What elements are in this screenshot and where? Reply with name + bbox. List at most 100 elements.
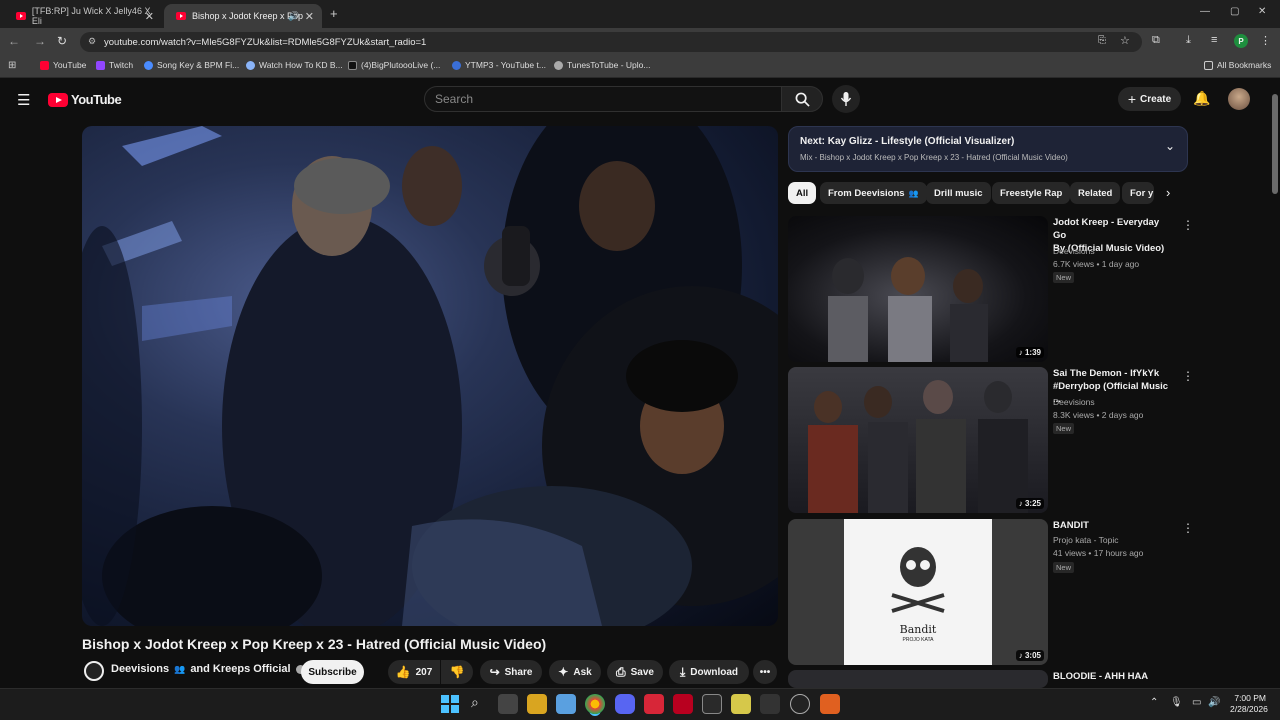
reload-icon[interactable]: ↻ — [57, 34, 67, 48]
downloads-icon[interactable]: ⤓ — [1186, 34, 1191, 47]
cast-icon[interactable]: ⎘ — [1098, 35, 1106, 46]
download-button[interactable]: ⤓ Download — [669, 660, 749, 684]
thumbnail-image — [828, 257, 988, 362]
back-icon[interactable]: ← — [8, 34, 20, 48]
bookmark-star-icon[interactable]: ☆ — [1120, 34, 1130, 47]
notifications-bell-icon[interactable]: 🔔 — [1193, 90, 1210, 107]
recommendation-item[interactable]: ♪ 1:39 Jodot Kreep - Everyday Go By (Offi… — [788, 216, 1194, 362]
more-vertical-icon[interactable]: ⋮ — [1182, 521, 1194, 535]
recommendation-item[interactable]: Bandit PROJO KATA ♪ 3:05 BANDIT Projo ka… — [788, 519, 1194, 665]
recommendation-item[interactable]: BLOODIE - AHH HAA — [788, 670, 1188, 688]
close-tab-icon[interactable]: ✕ — [305, 10, 314, 23]
skull-crossbones-icon — [891, 547, 945, 613]
extensions-icon[interactable]: ⧉ — [1152, 34, 1160, 47]
bookmark-watch-kd[interactable]: Watch How To KD B... — [246, 60, 343, 70]
ask-button[interactable]: ✦ Ask — [549, 660, 601, 684]
page-scrollbar[interactable] — [1272, 94, 1278, 194]
volume-icon[interactable]: 🔊 — [1208, 697, 1220, 708]
file-explorer-icon[interactable] — [527, 694, 547, 714]
recommendation-channel[interactable]: Deevisions — [1053, 246, 1095, 256]
site-info-icon[interactable]: ⚙ — [88, 36, 96, 47]
bookmark-ytmp3[interactable]: YTMP3 - YouTube t... — [452, 60, 546, 70]
duration-badge: ♪ 3:25 — [1015, 498, 1044, 509]
voice-search-button[interactable] — [832, 85, 860, 113]
discord-icon[interactable] — [615, 694, 635, 714]
filter-chip-all[interactable]: All — [788, 182, 817, 204]
bookmark-twitch[interactable]: Twitch — [96, 60, 133, 70]
filter-chip-freestyle-rap[interactable]: Freestyle Rap — [992, 182, 1071, 204]
video-thumbnail[interactable]: ♪ 1:39 — [788, 216, 1048, 362]
app-icon[interactable] — [702, 694, 722, 714]
filter-chip-from-deevisions[interactable]: From Deevisions 👥 — [820, 182, 927, 204]
chrome-icon[interactable] — [585, 694, 605, 714]
bookmark-bigplutooo[interactable]: (4)BigPlutoooLive (... — [348, 60, 440, 70]
filter-chip-drill-music[interactable]: Drill music — [926, 182, 991, 204]
dislike-button[interactable]: 👎 — [441, 660, 473, 684]
filter-chip-related[interactable]: Related — [1070, 182, 1121, 204]
tray-chevron-up-icon[interactable]: ⌃ — [1150, 697, 1158, 708]
photos-icon[interactable] — [556, 694, 576, 714]
bandlab-icon[interactable] — [673, 694, 693, 714]
more-actions-button[interactable]: ••• — [753, 660, 777, 684]
video-thumbnail[interactable]: Bandit PROJO KATA ♪ 3:05 — [788, 519, 1048, 665]
subscribe-button[interactable]: Subscribe — [301, 660, 364, 684]
video-title: Bishop x Jodot Kreep x Pop Kreep x 23 - … — [82, 636, 547, 652]
close-tab-icon[interactable]: ✕ — [145, 10, 154, 23]
recommendation-channel[interactable]: Projo kata - Topic — [1053, 535, 1119, 545]
video-thumbnail[interactable]: ♪ 3:25 — [788, 367, 1048, 513]
bookmark-youtube[interactable]: YouTube — [40, 60, 86, 70]
youtube-favicon-icon — [176, 12, 186, 20]
capcut-icon[interactable] — [760, 694, 780, 714]
channel-avatar[interactable] — [84, 661, 104, 681]
minimize-icon[interactable]: — — [1200, 6, 1210, 17]
media-control-icon[interactable]: ≡ — [1211, 34, 1217, 46]
bookmark-tunestotube[interactable]: TunesToTube - Uplo... — [554, 60, 650, 70]
note-icon — [144, 60, 153, 70]
save-button[interactable]: ⎙ Save — [607, 660, 663, 684]
more-vertical-icon[interactable]: ⋮ — [1182, 218, 1194, 232]
more-vertical-icon[interactable]: ⋮ — [1182, 369, 1194, 383]
chevron-down-icon[interactable]: ⌄ — [1165, 139, 1175, 153]
clock[interactable]: 7:00 PM 2/28/2026 — [1230, 693, 1268, 715]
task-view-icon[interactable] — [498, 694, 518, 714]
search-button[interactable] — [781, 86, 823, 112]
recommendation-item[interactable]: ♪ 3:25 Sai The Demon - IfYkYk #Derrybop (… — [788, 367, 1194, 513]
recommendation-channel[interactable]: Deevisions — [1053, 397, 1095, 407]
bookmark-song-key[interactable]: Song Key & BPM Fi... — [144, 60, 239, 70]
like-button[interactable]: 👍 207 — [388, 660, 440, 684]
share-button[interactable]: ↪ Share — [480, 660, 542, 684]
speaker-icon[interactable]: 🔊 — [288, 11, 299, 22]
chevron-right-icon[interactable]: › — [1166, 185, 1170, 200]
account-avatar[interactable] — [1228, 88, 1250, 110]
browser-menu-icon[interactable]: ⋮ — [1260, 34, 1271, 47]
recommendation-meta: 41 views • 17 hours ago — [1053, 548, 1144, 558]
apps-grid-icon[interactable]: ⊞ — [8, 60, 16, 71]
create-button[interactable]: + Create — [1118, 87, 1181, 111]
browser-tab-2[interactable]: Bishop x Jodot Kreep x Pop 🔊 ✕ — [164, 4, 322, 28]
start-button[interactable] — [441, 695, 459, 713]
new-tab-icon[interactable]: + — [330, 6, 338, 21]
hamburger-menu-icon[interactable]: ☰ — [17, 91, 30, 109]
all-bookmarks[interactable]: All Bookmarks — [1204, 60, 1271, 70]
up-next-panel[interactable]: Next: Kay Glizz - Lifestyle (Official Vi… — [788, 126, 1188, 172]
editor-icon[interactable] — [731, 694, 751, 714]
taskbar-search-icon[interactable]: ⌕ — [471, 694, 479, 711]
video-player[interactable] — [82, 126, 778, 626]
forward-icon[interactable]: → — [34, 34, 46, 48]
microphone-tray-icon[interactable]: 🎙 — [1170, 697, 1183, 708]
adobe-icon[interactable] — [644, 694, 664, 714]
maximize-icon[interactable]: ▢ — [1230, 6, 1239, 17]
video-thumbnail[interactable] — [788, 670, 1048, 688]
filter-chip-for-you[interactable]: For y — [1122, 182, 1154, 204]
obs-icon[interactable] — [790, 694, 810, 714]
album-art: Bandit PROJO KATA — [844, 519, 992, 665]
url-input[interactable]: ⚙ youtube.com/watch?v=Mle5G8FYZUk&list=R… — [80, 32, 1142, 52]
youtube-logo[interactable]: YouTube — [48, 92, 122, 107]
search-input[interactable]: Search — [424, 86, 782, 112]
profile-avatar[interactable]: P — [1234, 34, 1248, 48]
network-icon[interactable]: ▭ — [1192, 697, 1201, 708]
channel-name[interactable]: Deevisions 👥 and Kreeps Official — [111, 663, 305, 675]
close-window-icon[interactable]: ✕ — [1258, 6, 1266, 17]
browser-tab-1[interactable]: [TFB:RP] Ju Wick X Jelly46 X Eli ✕ — [4, 4, 162, 28]
fl-studio-icon[interactable] — [820, 694, 840, 714]
